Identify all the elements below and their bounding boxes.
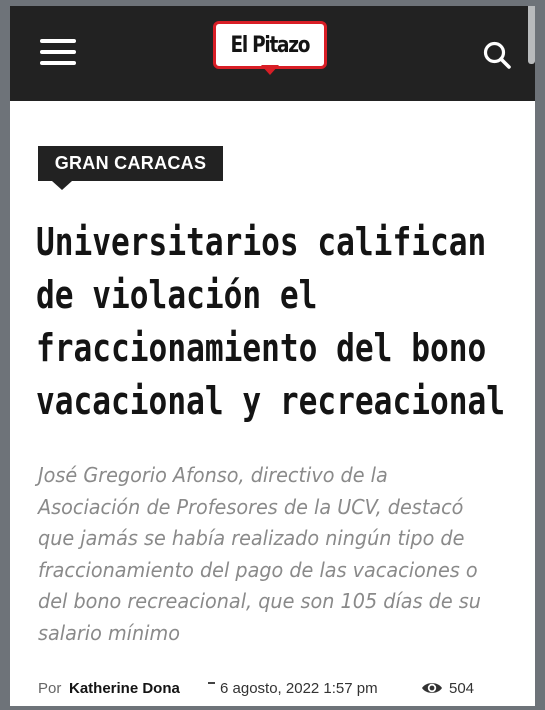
author-name[interactable]: Katherine Dona [69, 680, 180, 697]
headline-text: Universitarios califican de violación el… [36, 220, 506, 423]
article-headline: Universitarios califican de violación el… [36, 216, 528, 428]
top-bar: El Pitazo [10, 6, 535, 101]
page-frame: El Pitazo GRAN CARACAS Universitarios ca… [10, 6, 535, 706]
article-meta: Por Katherine Dona 6 agosto, 2022 1:57 p… [38, 678, 528, 702]
search-icon[interactable] [482, 40, 512, 70]
publish-date: 6 agosto, 2022 1:57 pm [220, 680, 378, 697]
site-logo[interactable]: El Pitazo [213, 21, 333, 75]
eye-icon [421, 680, 443, 696]
view-count: 504 [449, 680, 475, 697]
meta-separator [208, 682, 215, 684]
scrollbar-thumb[interactable] [528, 6, 535, 64]
byline-label: Por [38, 680, 62, 697]
logo-text: El Pitazo [230, 32, 311, 58]
tag-pointer [52, 181, 72, 190]
logo-speech-tail [261, 65, 279, 75]
hamburger-menu-icon[interactable] [40, 39, 76, 65]
section-category-tag[interactable]: GRAN CARACAS [38, 146, 223, 181]
logo-box: El Pitazo [213, 21, 327, 69]
article-summary: José Gregorio Afonso, directivo de la As… [38, 463, 481, 645]
